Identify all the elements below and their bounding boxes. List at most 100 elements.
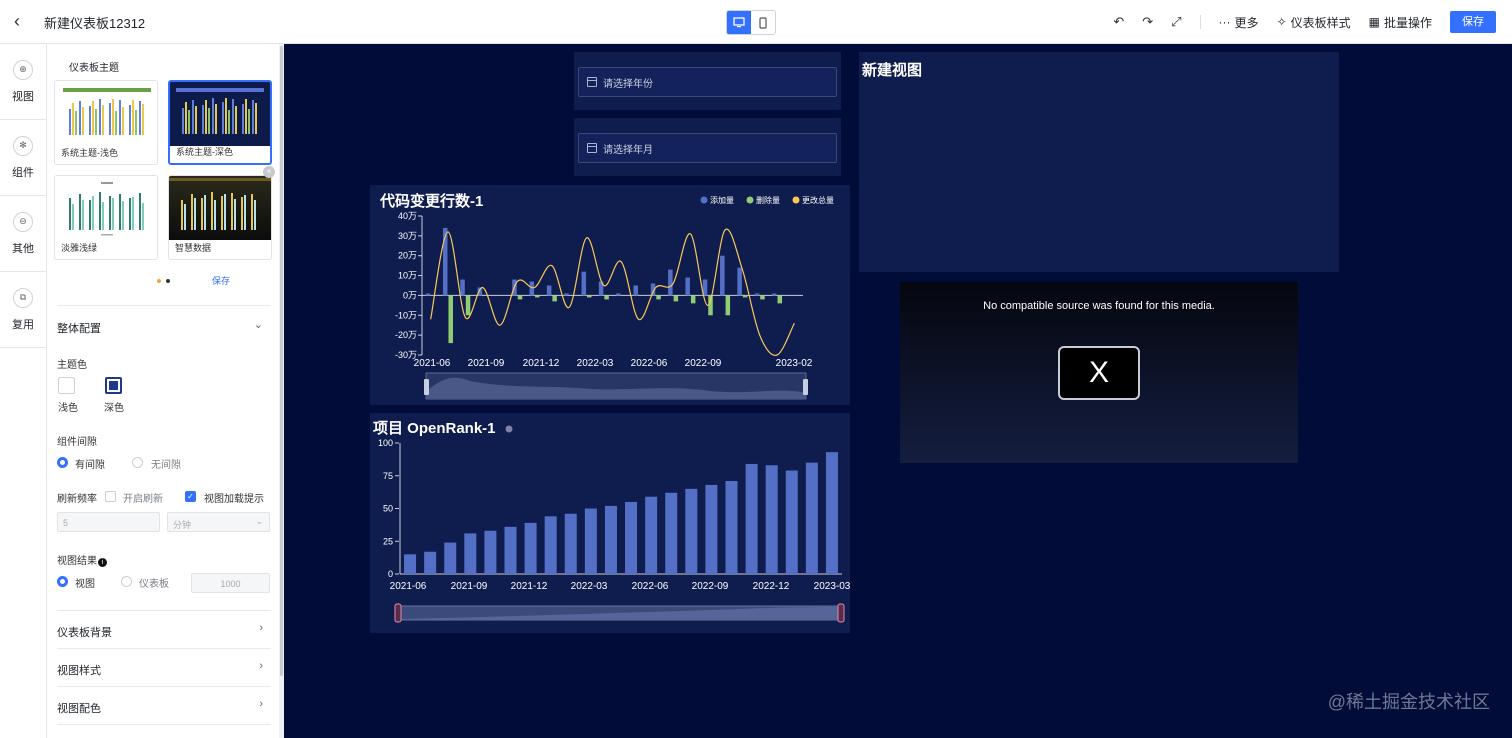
bar [645,496,658,574]
x-tick-label: 2023-03 [814,581,850,592]
rail-item-component[interactable]: ✻ 组件 [0,120,46,196]
bar-add [685,277,690,296]
theme-card-green[interactable]: 淡雅浅绿 [54,175,158,260]
y-tick-label: 0万 [403,290,417,300]
theme-card-dark[interactable]: 系统主题-深色 [168,80,272,165]
bar [745,463,758,574]
carousel-dots [157,279,170,283]
video-close-button[interactable]: X [1058,346,1140,400]
gap-on-radio[interactable] [57,457,68,468]
save-button[interactable]: 保存 [1450,11,1496,33]
chevron-right-icon[interactable]: › [259,698,263,710]
dark-swatch[interactable] [105,377,122,394]
panel-scrollbar-thumb[interactable] [280,46,283,676]
watermark: @稀土掘金技术社区 [1327,692,1490,712]
bar [665,492,678,574]
refresh-value-input[interactable]: 5 [57,512,160,532]
rail-item-reuse[interactable]: ⧉ 复用 [0,272,46,348]
y-tick-label: 25 [383,536,393,546]
result-view-label: 视图 [75,579,95,590]
info-icon[interactable]: i [98,558,107,567]
y-tick-label: 100 [378,438,393,448]
dashboard-canvas: 请选择年份 请选择年月 新建视图 代码变更行数-1 添加量 删除量 更改总量 40万 30… [284,44,1512,738]
gap-off-label: 无间隙 [151,460,181,471]
openrank-chart-card[interactable]: 项目 OpenRank-1 100 75 50 25 0 2021-06 2021-09 202… [370,413,851,633]
year-filter-card: 请选择年份 [574,52,841,110]
x-tick-label: 2021-12 [511,581,548,592]
copy-icon: ⧉ [13,287,33,308]
bar-delete [742,295,748,298]
gap-off-radio[interactable] [132,457,143,468]
light-swatch[interactable] [58,377,75,394]
result-view-radio[interactable] [57,576,68,587]
batch-ops-button[interactable]: ▦ 批量操作 [1369,14,1432,31]
month-filter-placeholder: 请选择年月 [603,144,653,156]
more-button[interactable]: ··· 更多 [1219,14,1259,31]
result-value-input[interactable]: 1000 [191,573,270,593]
theme-card-smart[interactable]: 智慧数据 [168,175,272,260]
load-tip-checkbox[interactable]: ✓ [185,491,196,502]
y-tick-label: 50 [383,504,393,514]
fullscreen-icon[interactable]: ⤢ [1171,14,1181,30]
bar [584,508,597,574]
rail-item-view[interactable]: ⊕ 视图 [0,44,46,120]
bar-add [546,285,552,296]
x-tick-label: 2022-03 [577,358,614,369]
bar-delete [656,295,661,300]
y-tick-label: 30万 [398,231,417,241]
dashboard-bg-row[interactable]: 仪表板背景 [57,624,112,640]
refresh-checkbox[interactable] [105,491,116,502]
back-arrow-icon[interactable]: ‹ [14,12,32,30]
desktop-view-icon[interactable] [727,11,751,34]
bar-delete [725,295,731,316]
bar-add [460,279,465,296]
bar-delete [552,295,557,302]
overall-config-title[interactable]: 整体配置 [57,320,101,336]
chevron-right-icon[interactable]: › [259,622,263,634]
bar [484,530,497,574]
theme-thumbnail [169,176,271,240]
code-change-chart-card[interactable]: 代码变更行数-1 添加量 删除量 更改总量 40万 30万 20万 10万 0万 -10万 -20万… [370,185,850,405]
device-toggle [726,10,776,35]
theme-card-light[interactable]: 系统主题-浅色 [54,80,158,165]
rail-label: 复用 [12,318,34,331]
bar-delete [587,295,592,298]
theme-label: 系统主题-深色 [176,147,233,157]
view-color-row[interactable]: 视图配色 [57,700,101,716]
chevron-right-icon[interactable]: › [259,660,263,672]
redo-icon[interactable]: ↷ [1142,14,1153,30]
result-label: 视图结果 i [57,552,107,567]
new-view-card[interactable]: 新建视图 [859,52,1339,272]
mobile-view-icon[interactable] [751,11,775,34]
legend-marker [746,196,754,204]
toolbar-divider [1199,15,1201,29]
undo-icon[interactable]: ↶ [1113,14,1124,30]
view-style-row[interactable]: 视图样式 [57,662,101,678]
left-rail: ⊕ 视图 ✻ 组件 ⊖ 其他 ⧉ 复用 [0,44,47,738]
bar-delete [604,295,609,300]
light-label: 浅色 [58,403,78,414]
chevron-down-icon[interactable]: ⌄ [254,318,263,331]
zoom-handle-right [803,379,808,395]
result-dashboard-radio[interactable] [121,576,132,587]
bar-delete [517,295,523,300]
legend-label: 删除量 [756,195,780,205]
bar-add [720,255,725,296]
x-tick-label: 2022-12 [753,581,790,592]
refresh-unit-select[interactable]: 分钟 ⌄ [167,512,270,532]
close-circle-icon[interactable]: × [263,166,275,178]
month-filter[interactable]: 请选择年月 [578,133,837,163]
carousel-dot[interactable] [157,279,161,283]
x-tick-label: 2021-12 [523,358,560,369]
divider [57,305,271,306]
toolbar-actions: ↶ ↷ ⤢ ··· 更多 ✧ 仪表板样式 ▦ 批量操作 保存 [1113,10,1496,34]
carousel-dot[interactable] [166,279,170,283]
save-theme-link[interactable]: 保存 [212,274,230,287]
gap-on-label: 有间隙 [75,460,105,471]
rail-item-other[interactable]: ⊖ 其他 [0,196,46,272]
bar [805,462,818,574]
video-player[interactable]: No compatible source was found for this … [900,282,1298,463]
year-filter[interactable]: 请选择年份 [578,67,837,97]
dashboard-style-button[interactable]: ✧ 仪表板样式 [1277,14,1351,31]
y-tick-label: 20万 [398,251,417,261]
